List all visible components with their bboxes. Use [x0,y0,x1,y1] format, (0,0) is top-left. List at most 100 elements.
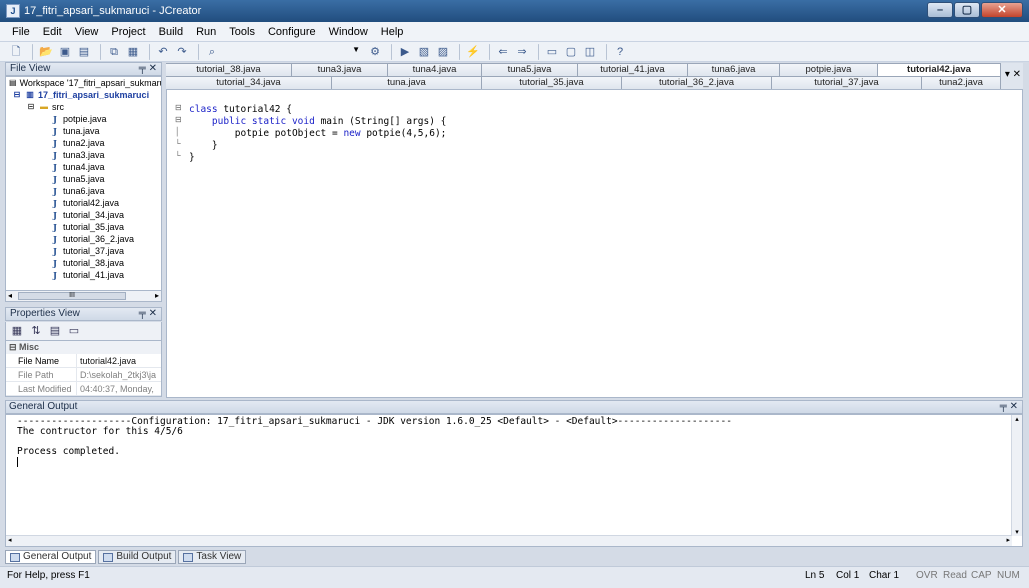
editor-tab[interactable]: tutorial_34.java [166,76,332,89]
editor-tab[interactable]: tuna.java [332,76,482,89]
redo-icon[interactable]: ↷ [174,44,190,60]
editor-tab[interactable]: tuna2.java [922,76,1001,89]
close-button[interactable]: ✕ [981,2,1023,18]
properties-icon[interactable]: ▭ [66,323,82,339]
menu-configure[interactable]: Configure [268,26,316,38]
output-vertical-scrollbar[interactable]: ▴ ▾ [1011,415,1022,536]
property-row[interactable]: Last Modified 04:40:37, Monday, [6,382,161,396]
menu-edit[interactable]: Edit [43,26,62,38]
undo-icon[interactable]: ↶ [155,44,171,60]
tab-build-output[interactable]: Build Output [98,550,177,564]
scroll-left-icon[interactable]: ◂ [8,291,12,300]
open-folder-icon[interactable]: 📂 [38,44,54,60]
general-output-panel[interactable]: --------------------Configuration: 17_fi… [5,414,1023,547]
output-title: General Output [9,401,78,412]
tree-file-item[interactable]: Jtuna2.java [6,137,161,149]
editor-tab[interactable]: tutorial_37.java [772,76,922,89]
editor-tab[interactable]: tuna5.java [482,63,578,76]
run-icon[interactable]: ▶ [397,44,413,60]
pane-pin-close-icon[interactable]: ╤ ✕ [139,308,157,320]
menu-window[interactable]: Window [329,26,368,38]
find-combo[interactable]: ▼ [223,44,363,59]
menu-file[interactable]: File [12,26,30,38]
tab-general-output[interactable]: General Output [5,550,97,564]
categorized-icon[interactable]: ▦ [9,323,25,339]
tree-file-item[interactable]: Jtuna.java [6,125,161,137]
sort-alpha-icon[interactable]: ⇅ [28,323,44,339]
editor-tab[interactable]: tutorial_41.java [578,63,688,76]
toolbar-separator [538,43,539,60]
editor-tab[interactable]: potpie.java [780,63,878,76]
tab-task-view[interactable]: Task View [178,550,247,564]
scroll-right-icon[interactable]: ▸ [155,291,159,300]
file-view-scrollbar[interactable]: ◂ III ▸ [5,290,162,302]
tree-file-item[interactable]: Jtuna6.java [6,185,161,197]
code-editor[interactable]: ⊟ ⊟ │ └ └ class tutorial42 { public stat… [166,89,1023,398]
menu-view[interactable]: View [75,26,99,38]
tree-file-item[interactable]: Jpotpie.java [6,113,161,125]
editor-tab[interactable]: tutorial_35.java [482,76,622,89]
fold-toggle-icon[interactable]: ⊟ [175,115,187,127]
build-project-icon[interactable]: ▨ [435,44,451,60]
fold-toggle-icon[interactable]: ⊟ [175,103,187,115]
menu-help[interactable]: Help [381,26,404,38]
forward-arrow-icon[interactable]: ⇒ [514,44,530,60]
window-icon[interactable]: ▢ [563,44,579,60]
tree-file-item[interactable]: Jtuna3.java [6,149,161,161]
pane-pin-close-icon[interactable]: ╤ ✕ [1000,401,1018,413]
panel-icon[interactable]: ▭ [544,44,560,60]
tree-file-item[interactable]: Jtutorial_34.java [6,209,161,221]
tree-file-item[interactable]: Jtuna4.java [6,161,161,173]
jcreator-app-icon[interactable]: J [6,4,20,18]
menu-run[interactable]: Run [196,26,216,38]
menu-tools[interactable]: Tools [229,26,255,38]
debug-icon[interactable]: ⚡ [465,44,481,60]
save-icon[interactable]: ▣ [57,44,73,60]
copy-icon[interactable]: ⧉ [106,44,122,60]
pane-pin-close-icon[interactable]: ╤ ✕ [139,63,157,75]
tree-file-item[interactable]: Jtutorial_36_2.java [6,233,161,245]
tree-file-item[interactable]: Jtutorial_38.java [6,257,161,269]
tree-workspace[interactable]: ▤ Workspace '17_fitri_apsari_sukmaruci': [6,77,161,89]
tree-folder-src[interactable]: ⊟ ▬ src [6,101,161,113]
tree-file-item[interactable]: Jtutorial42.java [6,197,161,209]
compile-icon[interactable]: ⚙ [367,44,383,60]
back-arrow-icon[interactable]: ⇐ [495,44,511,60]
property-pages-icon[interactable]: ▤ [47,323,63,339]
find-icon[interactable]: ⌕ [204,44,220,60]
build-file-icon[interactable]: ▧ [416,44,432,60]
editor-tab[interactable]: tuna3.java [292,63,388,76]
editor-tab[interactable]: tutorial_38.java [166,63,292,76]
tree-file-item[interactable]: Jtutorial_41.java [6,269,161,281]
collapse-icon[interactable]: ⊟ [26,102,36,112]
minimize-button[interactable]: – [927,2,953,18]
save-all-icon[interactable]: ▤ [76,44,92,60]
scroll-left-icon[interactable]: ◂ [8,536,12,544]
layout-icon[interactable]: ◫ [582,44,598,60]
tree-file-item[interactable]: Jtuna5.java [6,173,161,185]
property-row[interactable]: File Path D:\sekolah_2tkj3\ja [6,368,161,382]
property-row[interactable]: File Name tutorial42.java [6,354,161,368]
tree-file-item[interactable]: Jtutorial_35.java [6,221,161,233]
editor-tab[interactable]: tutorial_36_2.java [622,76,772,89]
file-list: Jpotpie.java Jtuna.java Jtuna2.java Jtuna3.… [6,113,161,281]
property-category[interactable]: ⊟ Misc [6,341,161,354]
menu-project[interactable]: Project [111,26,145,38]
paste-icon[interactable]: ▦ [125,44,141,60]
new-file-icon[interactable]: 🗋 [8,44,24,60]
scroll-right-icon[interactable]: ▸ [1006,536,1010,544]
tab-menu-close-icon[interactable]: ▾ ✕ [1005,69,1021,80]
scroll-down-icon[interactable]: ▾ [1012,528,1022,536]
editor-tab[interactable]: tuna6.java [688,63,780,76]
tree-project[interactable]: ⊟ ▥ 17_fitri_apsari_sukmaruci [6,89,161,101]
help-icon[interactable]: ? [612,44,628,60]
tree-file-item[interactable]: Jtutorial_37.java [6,245,161,257]
editor-tab[interactable]: tutorial42.java [878,63,1001,76]
maximize-button[interactable]: ▢ [954,2,980,18]
menu-build[interactable]: Build [159,26,183,38]
output-horizontal-scrollbar[interactable]: ◂ ▸ [6,535,1012,546]
editor-tab[interactable]: tuna4.java [388,63,482,76]
scroll-up-icon[interactable]: ▴ [1012,415,1022,423]
collapse-icon[interactable]: ⊟ [12,90,22,100]
scroll-thumb[interactable]: III [18,292,126,300]
